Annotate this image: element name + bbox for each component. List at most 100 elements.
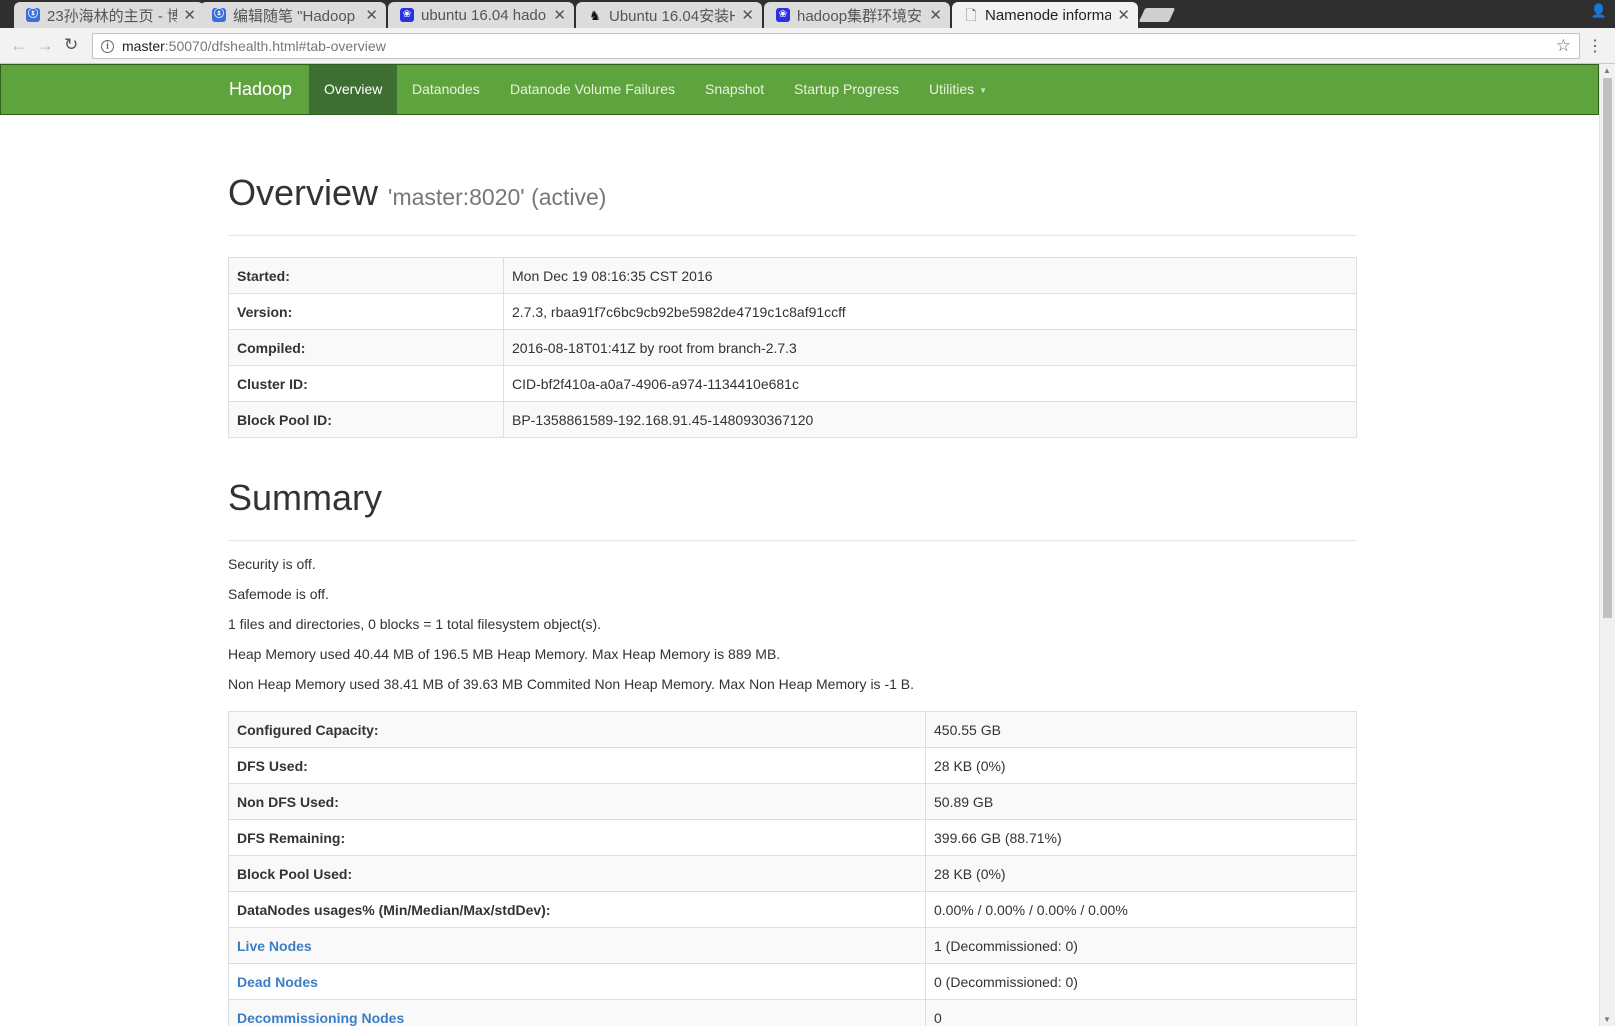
table-row: Live Nodes 1 (Decommissioned: 0) [228,927,1357,964]
table-row: Cluster ID: CID-bf2f410a-a0a7-4906-a974-1… [228,365,1357,402]
blog-icon: ⓢ [212,8,226,22]
live-nodes-link[interactable]: Live Nodes [237,938,312,954]
table-row: Dead Nodes 0 (Decommissioned: 0) [228,963,1357,1000]
forward-icon[interactable]: → [36,35,54,56]
browser-menu-icon[interactable]: ⋮ [1587,36,1603,56]
browser-tab[interactable]: ❀ hadoop集群环境安 ✕ [764,2,950,28]
scrollbar-thumb[interactable] [1603,78,1612,618]
summary-line: Non Heap Memory used 38.41 MB of 39.63 M… [228,676,915,692]
overview-title: Overview [228,172,379,213]
row-value: 2.7.3, rbaa91f7c6bc9cb92be5982de4719c1c8… [503,293,1357,330]
row-value: 2016-08-18T01:41Z by root from branch-2.… [503,329,1357,366]
reload-icon[interactable]: ↻ [64,35,78,55]
row-label: Version: [228,293,504,330]
row-value: 0.00% / 0.00% / 0.00% / 0.00% [925,891,1357,928]
document-icon: 🗋 [965,7,977,23]
row-label: Non DFS Used: [228,783,926,820]
profile-icon[interactable]: 👤 [1591,3,1607,19]
nav-startup-progress[interactable]: Startup Progress [779,65,914,114]
info-icon[interactable]: i [101,39,114,53]
table-row: Non DFS Used: 50.89 GB [228,783,1357,820]
caret-down-icon: ▼ [979,85,988,95]
row-value: Mon Dec 19 08:16:35 CST 2016 [503,257,1357,294]
close-icon[interactable]: ✕ [741,6,754,24]
row-value: 399.66 GB (88.71%) [925,819,1357,856]
navbar: Hadoop Overview Datanodes Datanode Volum… [0,64,1599,115]
nav-datanode-volume-failures[interactable]: Datanode Volume Failures [495,65,690,114]
summary-line: Heap Memory used 40.44 MB of 196.5 MB He… [228,646,781,662]
row-value: 28 KB (0%) [925,855,1357,892]
browser-tab[interactable]: ❀ ubuntu 16.04 hado ✕ [388,2,574,28]
row-label: DFS Used: [228,747,926,784]
row-label: Decommissioning Nodes [228,999,926,1026]
table-row: Started: Mon Dec 19 08:16:35 CST 2016 [228,257,1357,294]
navbar-brand[interactable]: Hadoop [229,65,292,114]
close-icon[interactable]: ✕ [929,6,942,24]
browser-tab[interactable]: ⓢ 23孙海林的主页 - 博 ✕ [14,2,204,28]
url-host: master [122,38,165,54]
scroll-up-icon[interactable]: ▲ [1603,66,1611,75]
scroll-down-icon[interactable]: ▼ [1603,1015,1611,1024]
close-icon[interactable]: ✕ [365,6,378,24]
close-icon[interactable]: ✕ [1117,6,1130,24]
browser-tab[interactable]: ⓢ 编辑随笔 "Hadoop ✕ [200,2,386,28]
row-value: BP-1358861589-192.168.91.45-148093036712… [503,401,1357,438]
row-label: Compiled: [228,329,504,366]
close-icon[interactable]: ✕ [183,6,196,24]
page-scrollbar[interactable]: ▲ ▼ [1599,64,1615,1026]
url-text[interactable]: master:50070/dfshealth.html#tab-overview [122,38,386,54]
browser-tab-title: hadoop集群环境安 [797,7,923,25]
tux-icon: ♞ [589,7,601,23]
summary-line: Security is off. [228,556,316,572]
summary-title: Summary [228,477,383,518]
browser-tab-title: 编辑随笔 "Hadoop [233,7,356,25]
table-row: Block Pool Used: 28 KB (0%) [228,855,1357,892]
browser-tabstrip: ⓢ 23孙海林的主页 - 博 ✕ ⓢ 编辑随笔 "Hadoop ✕ ❀ ubun… [0,0,1615,28]
nav-datanodes[interactable]: Datanodes [397,65,495,114]
row-value: 0 (Decommissioned: 0) [925,963,1357,1000]
row-label: DataNodes usages% (Min/Median/Max/stdDev… [228,891,926,928]
paw-icon: ❀ [400,8,414,22]
table-row: Configured Capacity: 450.55 GB [228,711,1357,748]
row-value: 450.55 GB [925,711,1357,748]
dead-nodes-link[interactable]: Dead Nodes [237,974,318,990]
browser-tab-active[interactable]: 🗋 Namenode informa ✕ [952,2,1138,28]
row-value: CID-bf2f410a-a0a7-4906-a974-1134410e681c [503,365,1357,402]
summary-line: 1 files and directories, 0 blocks = 1 to… [228,616,602,632]
decommissioning-nodes-link[interactable]: Decommissioning Nodes [237,1010,404,1026]
nav-snapshot[interactable]: Snapshot [690,65,779,114]
overview-subtitle: 'master:8020' (active) [388,184,607,210]
browser-tab-title: ubuntu 16.04 hado [421,6,547,24]
back-icon[interactable]: ← [10,35,28,56]
browser-tab[interactable]: ♞ Ubuntu 16.04安装H ✕ [576,2,762,28]
row-label: Block Pool Used: [228,855,926,892]
overview-header: Overview 'master:8020' (active) [228,172,1357,214]
table-row: DataNodes usages% (Min/Median/Max/stdDev… [228,891,1357,928]
table-row: Decommissioning Nodes 0 [228,999,1357,1026]
new-tab-button[interactable] [1138,8,1176,22]
browser-tab-title: Ubuntu 16.04安装H [609,7,736,25]
table-row: Block Pool ID: BP-1358861589-192.168.91.4… [228,401,1357,438]
bookmark-star-icon[interactable]: ☆ [1556,36,1571,56]
page-title: Overview 'master:8020' (active) [228,172,1357,214]
summary-header: Summary [228,477,1357,519]
divider [228,235,1357,236]
address-bar[interactable]: i master:50070/dfshealth.html#tab-overvi… [92,33,1580,59]
nav-utilities[interactable]: Utilities ▼ [914,65,1002,114]
divider [228,540,1357,541]
browser-toolbar: ← → ↻ i master:50070/dfshealth.html#tab-… [0,28,1615,64]
table-row: DFS Remaining: 399.66 GB (88.71%) [228,819,1357,856]
table-row: Version: 2.7.3, rbaa91f7c6bc9cb92be5982de… [228,293,1357,330]
row-value: 1 (Decommissioned: 0) [925,927,1357,964]
browser-tab-title: Namenode informa [985,6,1112,24]
row-value: 0 [925,999,1357,1026]
summary-table: Configured Capacity: 450.55 GB DFS Used: 2… [228,711,1357,1026]
row-label: Configured Capacity: [228,711,926,748]
row-label: Live Nodes [228,927,926,964]
url-path: :50070/dfshealth.html#tab-overview [164,38,386,54]
nav-overview[interactable]: Overview [309,65,398,114]
close-icon[interactable]: ✕ [553,6,566,24]
nav-utilities-label: Utilities [929,81,975,97]
row-value: 28 KB (0%) [925,747,1357,784]
table-row: Compiled: 2016-08-18T01:41Z by root from … [228,329,1357,366]
